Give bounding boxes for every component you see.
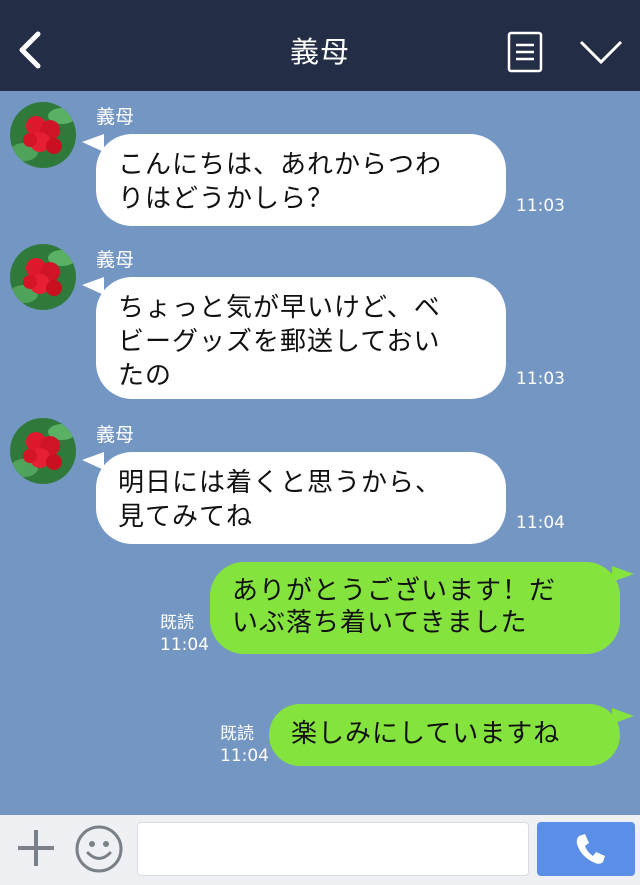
- message-line: ビーグッズを郵送しておい: [118, 327, 441, 357]
- message-line: りはどうかしら？: [118, 184, 335, 214]
- incoming-message-bubble[interactable]: ちょっと気が早いけど、ベ ビーグッズを郵送しておい たの: [96, 277, 506, 399]
- message-line: ちょっと気が早いけど、ベ: [118, 293, 441, 323]
- incoming-message-bubble[interactable]: こんにちは、あれからつわ りはどうかしら？: [96, 134, 506, 226]
- phone-icon: [576, 834, 605, 864]
- chat-header: 義母: [0, 0, 640, 91]
- outgoing-message-bubble[interactable]: 楽しみにしていますね: [269, 704, 620, 766]
- avatar-image-icon: [10, 244, 76, 310]
- message-line: 見てみてね: [118, 502, 254, 532]
- outgoing-message-bubble[interactable]: ありがとうございます！だ いぶ落ち着いてきました: [210, 562, 620, 654]
- plus-icon[interactable]: [14, 826, 58, 870]
- avatar[interactable]: [10, 418, 76, 484]
- chat-title: 義母: [289, 35, 350, 69]
- chevron-down-icon[interactable]: [578, 36, 624, 68]
- message-time: 11:04: [160, 635, 209, 655]
- message-time: 11:04: [220, 746, 269, 766]
- message-input[interactable]: [137, 822, 529, 876]
- avatar-image-icon: [10, 102, 76, 168]
- sender-name: 義母: [96, 106, 135, 128]
- message-line: たの: [118, 361, 173, 391]
- message-line: いぶ落ち着いてきました: [232, 608, 528, 638]
- sender-name: 義母: [96, 424, 135, 446]
- avatar[interactable]: [10, 244, 76, 310]
- smiley-icon[interactable]: [74, 824, 124, 874]
- read-receipt: 既読: [160, 613, 194, 633]
- avatar-image-icon: [10, 418, 76, 484]
- document-menu-icon[interactable]: [507, 31, 543, 73]
- message-time: 11:03: [516, 196, 565, 216]
- message-time: 11:03: [516, 369, 565, 389]
- message-meta: 既読 11:04: [220, 723, 269, 767]
- call-button[interactable]: [537, 822, 635, 876]
- avatar[interactable]: [10, 102, 76, 168]
- sender-name: 義母: [96, 249, 135, 271]
- message-line: ありがとうございます！だ: [232, 576, 557, 606]
- message-line: 明日には着くと思うから、: [118, 468, 443, 498]
- read-receipt: 既読: [220, 724, 254, 744]
- incoming-message-bubble[interactable]: 明日には着くと思うから、 見てみてね: [96, 452, 506, 544]
- message-time: 11:04: [516, 513, 565, 533]
- message-line: こんにちは、あれからつわ: [118, 150, 443, 180]
- message-line: 楽しみにしていますね: [291, 719, 561, 749]
- message-meta: 既読 11:04: [160, 612, 209, 656]
